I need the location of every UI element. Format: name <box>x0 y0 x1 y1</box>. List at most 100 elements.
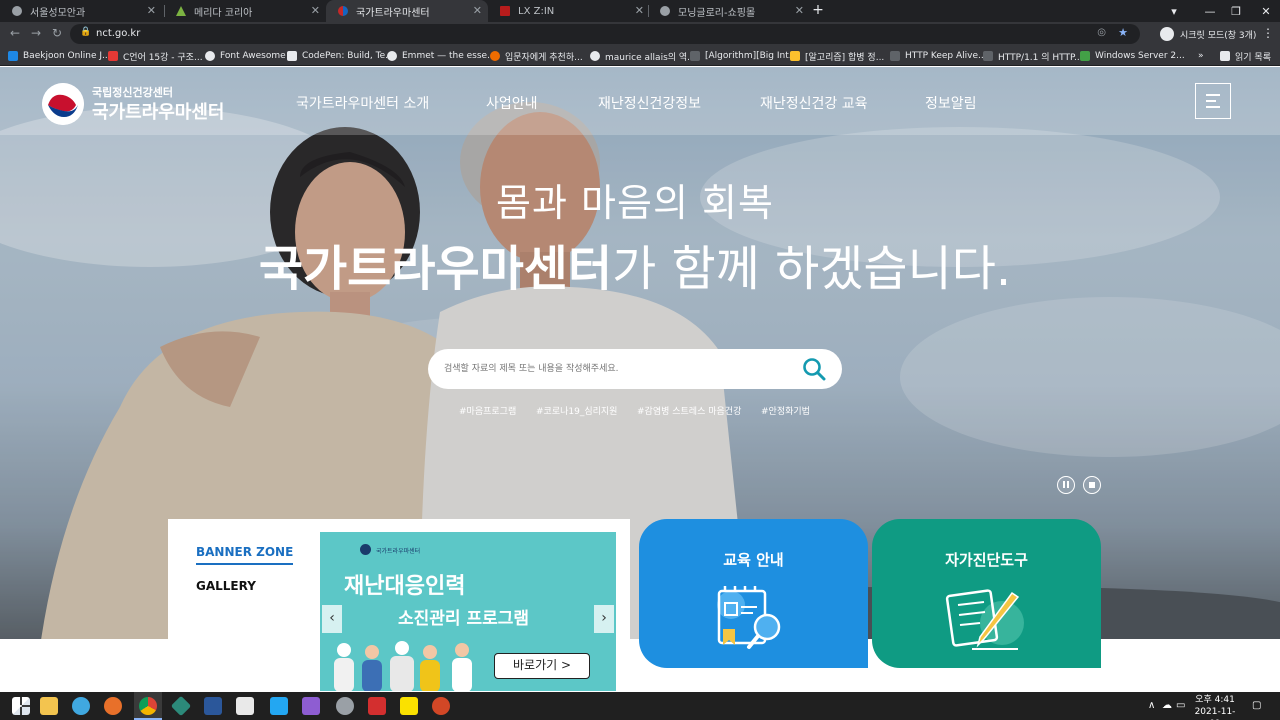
tab-title: 서울성모안과 <box>30 7 86 19</box>
firefox-icon[interactable] <box>104 697 122 715</box>
incognito-label: 시크릿 모드(창 3개) <box>1180 30 1257 41</box>
banner-go-button[interactable]: 바로가기 > <box>494 653 590 679</box>
banner-subtitle: 소진관리 프로그램 <box>398 609 530 629</box>
acrobat-icon[interactable] <box>368 697 386 715</box>
browser-tab[interactable]: LX Z:IN ✕ <box>488 0 650 22</box>
sitemap-menu-button[interactable] <box>1195 83 1231 119</box>
bookmark-item[interactable]: [Algorithm][Big Int... <box>690 49 797 63</box>
search-tag[interactable]: #마음프로그램 <box>459 404 516 417</box>
hero-brand-text: 국가트라우마센터 <box>258 241 613 297</box>
tab-search-icon[interactable]: ▾ <box>1156 0 1192 22</box>
nav-item-education[interactable]: 재난정신건강 교육 <box>760 93 868 113</box>
reload-icon[interactable]: ↻ <box>50 26 64 40</box>
browser-tab[interactable]: 서울성모안과 ✕ <box>0 0 162 22</box>
site-logo[interactable]: 국립정신건강센터 국가트라우마센터 <box>42 83 242 125</box>
close-tab-icon[interactable]: ✕ <box>795 4 804 17</box>
system-clock[interactable]: 오후 4:41 2021-11-01 <box>1190 694 1240 720</box>
browser-menu-icon[interactable]: ⋮ <box>1262 26 1274 40</box>
forward-arrow-icon[interactable]: → <box>29 26 43 40</box>
close-window-button[interactable]: ✕ <box>1248 0 1280 22</box>
bookmark-item[interactable]: HTTP Keep Alive... <box>890 49 987 63</box>
nav-item-about[interactable]: 국가트라우마센터 소개 <box>296 93 429 113</box>
notification-icon[interactable]: ▢ <box>1252 700 1261 711</box>
file-explorer-icon[interactable] <box>40 697 58 715</box>
bookmark-item[interactable]: Font Awesome <box>205 49 286 63</box>
hero-headline: 몸과 마음의 회복 <box>496 181 774 225</box>
bookmark-item[interactable]: Emmet — the esse... <box>387 49 496 63</box>
close-tab-icon[interactable]: ✕ <box>473 4 482 17</box>
bookmark-item[interactable]: Windows Server 2... <box>1080 49 1185 63</box>
reading-list[interactable]: 읽기 목록 <box>1220 49 1271 63</box>
search-tag[interactable]: #감염병 스트레스 마음건강 <box>637 404 741 417</box>
incognito-indicator[interactable]: 시크릿 모드(창 3개) <box>1160 26 1256 42</box>
bookmark-label: HTTP/1.1 의 HTTP... <box>998 52 1083 63</box>
address-bar[interactable]: 🔒 nct.go.kr ◎ ★ <box>70 24 1140 44</box>
banner-card[interactable]: 국가트라우마센터 재난대응인력 소진관리 프로그램 바로가기 > <box>320 532 616 691</box>
site-favicon-icon <box>500 6 510 16</box>
clock-date: 2021-11-01 <box>1194 707 1236 720</box>
tistory-icon <box>690 51 700 61</box>
browser-toolbar: ← → ↻ 🔒 nct.go.kr ◎ ★ 시크릿 모드(창 3개) ⋮ <box>0 22 1280 46</box>
codepen-icon <box>287 51 297 61</box>
browser-tab[interactable]: 메리다 코리아 ✕ <box>164 0 326 22</box>
bookmark-label: [알고리즘] 합병 정... <box>805 52 885 63</box>
browser-tab-active[interactable]: 국가트라우마센터 ✕ <box>326 0 488 22</box>
nav-item-business[interactable]: 사업안내 <box>486 93 538 113</box>
globe-icon <box>12 6 22 16</box>
visual-studio-icon[interactable] <box>302 697 320 715</box>
cloud-icon[interactable]: ☁ <box>1162 700 1172 711</box>
site-favicon-icon <box>176 6 186 16</box>
reading-list-label: 읽기 목록 <box>1235 52 1271 63</box>
banner-zone: BANNER ZONE GALLERY 국가트라우마센터 재난대응인력 소진관리… <box>168 519 630 691</box>
kakaotalk-icon[interactable] <box>400 697 418 715</box>
new-tab-button[interactable]: + <box>810 2 826 18</box>
more-bookmarks-icon[interactable]: » <box>1198 49 1204 63</box>
close-tab-icon[interactable]: ✕ <box>147 4 156 17</box>
document-magnifier-icon <box>717 586 781 649</box>
logo-title: 국가트라우마센터 <box>92 102 225 123</box>
banner-next-icon[interactable]: › <box>594 605 614 633</box>
nav-item-disaster-info[interactable]: 재난정신건강정보 <box>598 93 701 113</box>
bookmark-label: C언어 15강 - 구조... <box>123 52 203 63</box>
gallery-tab[interactable]: GALLERY <box>196 579 256 593</box>
vscode-icon[interactable] <box>270 697 288 715</box>
pause-slider-button[interactable] <box>1057 476 1075 494</box>
chevron-up-icon[interactable]: ∧ <box>1148 700 1155 711</box>
bookmark-item[interactable]: [알고리즘] 합병 정... <box>790 49 884 63</box>
site-header: 국립정신건강센터 국가트라우마센터 국가트라우마센터 소개 사업안내 재난정신건… <box>0 67 1280 135</box>
close-tab-icon[interactable]: ✕ <box>635 4 644 17</box>
bookmark-item[interactable]: HTTP/1.1 의 HTTP... <box>983 49 1083 63</box>
search-tag[interactable]: #안정화기법 <box>761 404 810 417</box>
chrome-icon[interactable] <box>139 697 157 715</box>
eye-off-icon[interactable]: ◎ <box>1097 27 1106 38</box>
browser-tab[interactable]: 모닝글로리-쇼핑몰 ✕ <box>648 0 810 22</box>
network-icon[interactable]: ▭ <box>1176 700 1185 711</box>
banner-prev-icon[interactable]: ‹ <box>322 605 342 633</box>
stop-slider-button[interactable] <box>1083 476 1101 494</box>
windows-start-icon[interactable] <box>12 697 30 715</box>
powerpoint-icon[interactable] <box>432 697 450 715</box>
bookmark-label: Emmet — the esse... <box>402 51 496 61</box>
bookmark-item[interactable]: maurice allais의 역... <box>590 49 696 63</box>
close-tab-icon[interactable]: ✕ <box>311 4 320 17</box>
bookmark-label: Font Awesome <box>220 51 286 61</box>
bookmark-item[interactable]: 입문자에게 추천하... <box>490 49 583 63</box>
bookmark-item[interactable]: Baekjoon Online J... <box>8 49 111 63</box>
site-favicon-icon <box>338 6 348 16</box>
bookmark-star-icon[interactable]: ★ <box>1118 26 1128 39</box>
search-tag[interactable]: #코로나19_심리지원 <box>536 404 617 417</box>
nav-item-notice[interactable]: 정보알림 <box>925 93 977 113</box>
sourcetree-icon[interactable] <box>170 695 192 717</box>
app-icon[interactable] <box>72 697 90 715</box>
self-diagnosis-card[interactable]: 자가진단도구 <box>872 519 1101 668</box>
search-icon[interactable] <box>802 357 826 381</box>
app-icon[interactable] <box>336 697 354 715</box>
education-guide-card[interactable]: 교육 안내 <box>639 519 868 668</box>
back-arrow-icon[interactable]: ← <box>8 26 22 40</box>
search-input[interactable] <box>444 360 784 378</box>
app-icon[interactable] <box>236 697 254 715</box>
word-icon[interactable] <box>204 697 222 715</box>
bookmark-item[interactable]: C언어 15강 - 구조... <box>108 49 203 63</box>
banner-zone-tab[interactable]: BANNER ZONE <box>196 545 294 565</box>
bookmark-item[interactable]: CodePen: Build, Te... <box>287 49 394 63</box>
